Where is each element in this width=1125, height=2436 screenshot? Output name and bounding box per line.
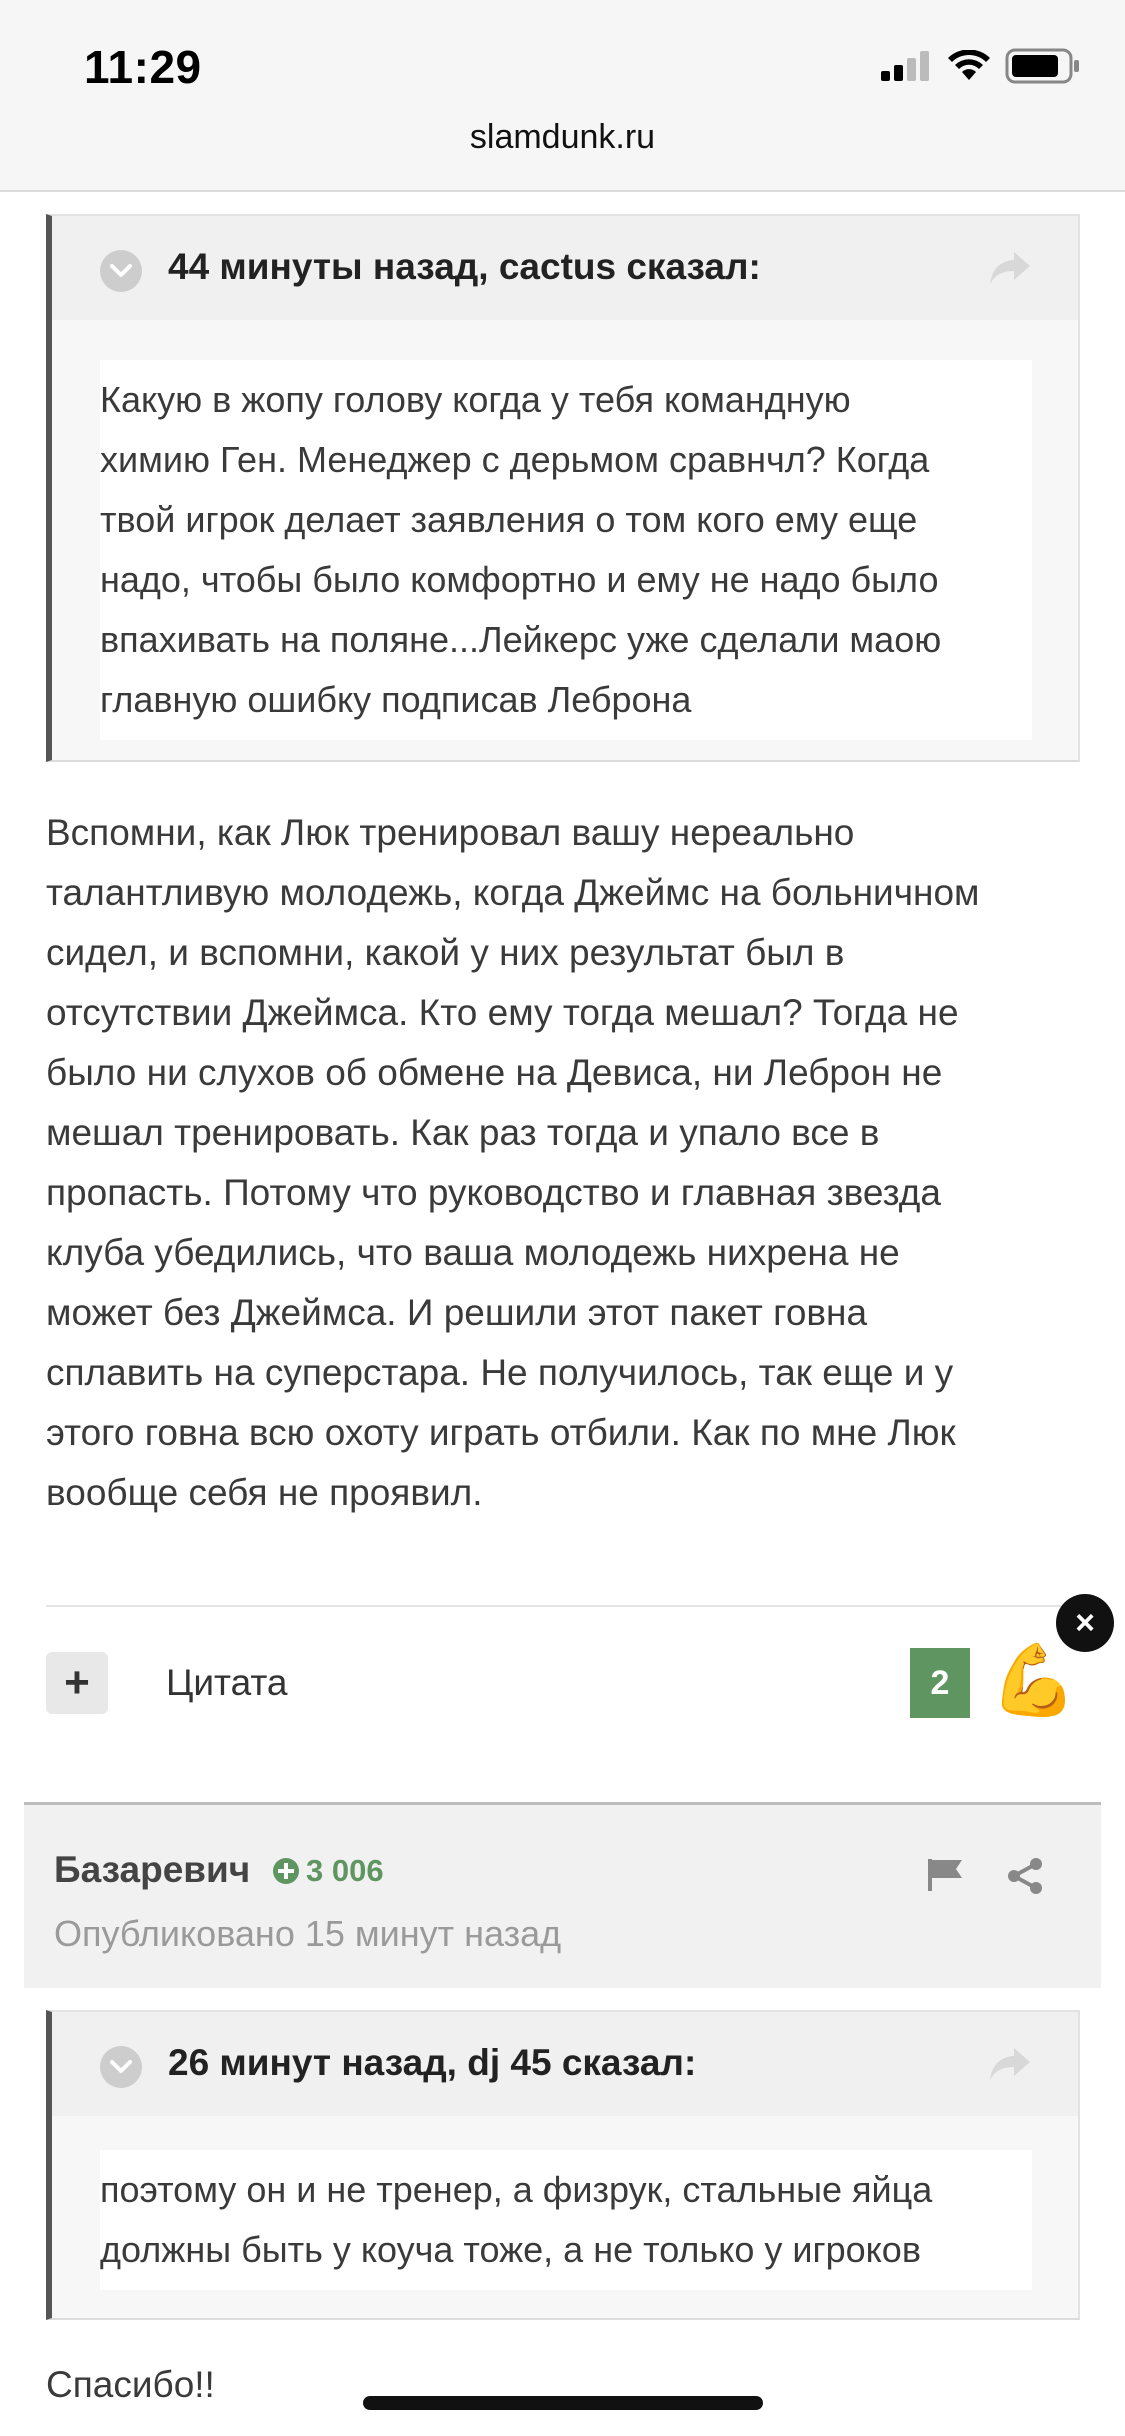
quote-line: впахивать на поляне...Лейкерс уже сделал… [100, 619, 942, 660]
quote-line: твой игрок делает заявления о том кого е… [100, 499, 918, 540]
reply-arrow-icon[interactable] [988, 250, 1032, 291]
post-line: Вспомни, как Люк тренировал вашу нереаль… [46, 812, 855, 853]
quote-citation[interactable]: 44 минуты назад, cactus сказал: [168, 246, 761, 288]
reputation-value: 3 006 [306, 1853, 384, 1888]
post-line: сплавить на суперстара. Не получилось, т… [46, 1352, 954, 1393]
address-bar-url[interactable]: slamdunk.ru [0, 118, 1125, 157]
quote-line: Какую в жопу голову когда у тебя командн… [100, 379, 851, 420]
signal-icon [881, 51, 929, 81]
quote-text: Какую в жопу голову когда у тебя командн… [100, 360, 1032, 740]
post-line: отсутствии Джеймса. Кто ему тогда мешал?… [46, 992, 959, 1033]
post-author-header: Базаревич 3 006 Опубликовано 15 минут на… [24, 1802, 1101, 1988]
post-line: клуба убедились, что ваша молодежь нихре… [46, 1232, 900, 1273]
flexed-biceps-reaction-icon[interactable]: 💪 [990, 1640, 1077, 1720]
battery-icon [1005, 48, 1079, 84]
post-line: вообще себя не проявил. [46, 1472, 483, 1513]
post-line: мешал тренировать. Как раз тогда и упало… [46, 1112, 880, 1153]
quote-text: поэтому он и не тренер, а физрук, стальн… [100, 2150, 1032, 2290]
quote-line: должны быть у коуча тоже, а не только у … [100, 2229, 921, 2270]
reply-arrow-icon[interactable] [988, 2046, 1032, 2087]
quote-line: главную ошибку подписав Леброна [100, 679, 692, 720]
share-icon[interactable] [1006, 1857, 1044, 1900]
post-line: было ни слухов об обмене на Девиса, ни Л… [46, 1052, 943, 1093]
quote-block: 26 минут назад, dj 45 сказал: поэтому он… [46, 2010, 1080, 2320]
quote-block: 44 минуты назад, cactus сказал: Какую в … [46, 214, 1080, 762]
quote-line: поэтому он и не тренер, а физрук, стальн… [100, 2169, 933, 2210]
home-indicator[interactable] [363, 2396, 763, 2410]
quote-citation[interactable]: 26 минут назад, dj 45 сказал: [168, 2042, 696, 2084]
chevron-down-icon[interactable] [100, 250, 142, 292]
plus-circle-icon [273, 1858, 299, 1884]
post-line: этого говна всю охоту играть отбили. Как… [46, 1412, 956, 1453]
status-icons [881, 46, 1081, 86]
wifi-icon [948, 50, 990, 80]
quote-header: 26 минут назад, dj 45 сказал: [52, 2012, 1078, 2116]
post-timestamp: Опубликовано 15 минут назад [54, 1913, 562, 1954]
post-divider [46, 1605, 1080, 1607]
post-line: может без Джеймса. И решили этот пакет г… [46, 1292, 868, 1333]
post-body: Спасибо!! [46, 2364, 215, 2405]
post-line: пропасть. Потому что руководство и главн… [46, 1172, 941, 1213]
browser-chrome: 11:29 slamdunk.ru [0, 0, 1125, 192]
reaction-count-badge[interactable]: 2 [910, 1648, 970, 1718]
quote-button[interactable]: Цитата [166, 1662, 287, 1704]
quote-line: надо, чтобы было комфортно и ему не надо… [100, 559, 939, 600]
status-time: 11:29 [84, 41, 202, 93]
quote-header: 44 минуты назад, cactus сказал: [52, 216, 1078, 320]
quote-line: химию Ген. Менеджер с дерьмом сравнчл? К… [100, 439, 930, 480]
post-line: сидел, и вспомни, какой у них результат … [46, 932, 845, 973]
flag-icon[interactable] [926, 1857, 966, 1898]
author-name[interactable]: Базаревич [54, 1849, 250, 1891]
chevron-down-icon[interactable] [100, 2046, 142, 2088]
post-line: талантливую молодежь, когда Джеймс на бо… [46, 872, 980, 913]
post-body: Вспомни, как Люк тренировал вашу нереаль… [46, 803, 1086, 1523]
multiquote-add-button[interactable]: + [46, 1652, 108, 1714]
reputation-badge: 3 006 [272, 1853, 384, 1889]
